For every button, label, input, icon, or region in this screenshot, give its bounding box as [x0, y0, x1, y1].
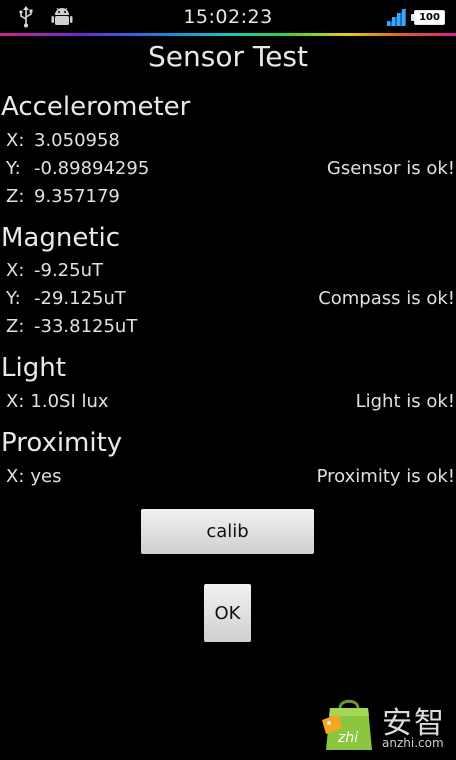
shopping-bag-logo-icon: zhi [322, 699, 372, 750]
light-x-value: 1.0SI lux [30, 391, 109, 412]
light-status: Light is ok! [355, 391, 455, 412]
magnetic-x-value: -9.25uT [34, 260, 103, 281]
axis-label: X: [6, 130, 25, 151]
axis-label: X: [6, 466, 25, 487]
axis-label: Z: [6, 186, 25, 207]
light-x-reading: X: 1.0SI lux [6, 391, 109, 412]
signal-icon [386, 8, 406, 26]
gsensor-status: Gsensor is ok! [326, 158, 455, 179]
magnetic-y-reading: Y: -29.125uT [6, 288, 126, 309]
magnetic-z-value: -33.8125uT [34, 316, 138, 337]
watermark-en-text: anzhi.com [382, 736, 444, 750]
magnetic-y-value: -29.125uT [34, 288, 126, 309]
accelerometer-y-value: -0.89894295 [34, 158, 150, 179]
calib-button[interactable]: calib [141, 509, 314, 554]
proximity-status: Proximity is ok! [316, 466, 455, 487]
accelerometer-z-reading: Z: 9.357179 [6, 186, 120, 207]
accelerometer-heading: Accelerometer [1, 92, 191, 122]
magnetic-x-reading: X: -9.25uT [6, 260, 103, 281]
axis-label: Y: [6, 288, 21, 309]
screen: 15:02:23 100 Sensor Test Accelerometer X… [0, 0, 456, 760]
status-bar: 15:02:23 100 [0, 0, 456, 33]
page-title: Sensor Test [147, 40, 308, 73]
battery-icon: 100 [411, 10, 445, 25]
bag-text: zhi [337, 730, 358, 746]
proximity-x-reading: X: yes [6, 466, 62, 487]
magnetic-heading: Magnetic [1, 223, 121, 253]
status-bar-divider [0, 33, 456, 36]
accelerometer-x-reading: X: 3.050958 [6, 130, 120, 151]
accelerometer-x-value: 3.050958 [34, 130, 120, 151]
proximity-heading: Proximity [1, 428, 123, 458]
accelerometer-z-value: 9.357179 [34, 186, 120, 207]
anzhi-watermark: zhi 安智 anzhi.com [318, 690, 456, 756]
light-heading: Light [1, 353, 66, 383]
axis-label: X: [6, 260, 25, 281]
proximity-x-value: yes [30, 466, 62, 487]
magnetic-z-reading: Z: -33.8125uT [6, 316, 137, 337]
accelerometer-y-reading: Y: -0.89894295 [6, 158, 149, 179]
axis-label: Z: [6, 316, 25, 337]
axis-label: Y: [6, 158, 21, 179]
ok-button[interactable]: OK [204, 584, 251, 642]
compass-status: Compass is ok! [318, 288, 455, 309]
axis-label: X: [6, 391, 25, 412]
